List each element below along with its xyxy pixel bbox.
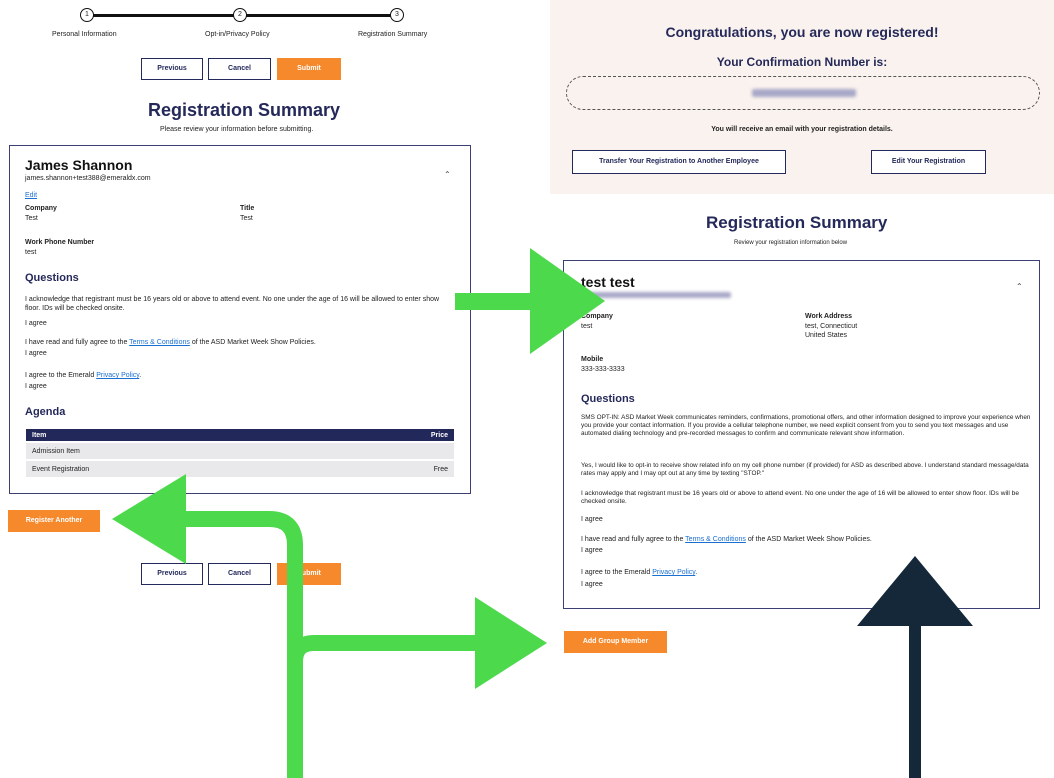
previous-button-top[interactable]: Previous: [141, 58, 203, 80]
edit-registration-button[interactable]: Edit Your Registration: [871, 150, 986, 174]
step-1-label: Personal Information: [52, 31, 117, 38]
right-address-label: Work Address: [805, 313, 853, 320]
agenda-col-price: Price: [327, 429, 454, 442]
attendee-email: james.shannon+test388@emeraldx.com: [25, 175, 151, 182]
work-phone-label: Work Phone Number: [25, 239, 95, 246]
cancel-button-top[interactable]: Cancel: [208, 58, 271, 80]
right-question-terms: I have read and fully agree to the Terms…: [581, 535, 872, 544]
right-question-privacy-suffix: .: [695, 569, 698, 576]
agenda-item: Event Registration: [26, 459, 328, 477]
confirmation-label: Your Confirmation Number is:: [716, 55, 888, 69]
page-subtitle: Please review your information before su…: [160, 126, 314, 133]
agenda-price: Free: [327, 459, 454, 477]
step-2-indicator: 2: [233, 8, 247, 22]
right-question-age: I acknowledge that registrant must be 16…: [581, 490, 1020, 505]
email-note: You will receive an email with your regi…: [711, 126, 893, 133]
question-terms-suffix: of the ASD Market Week Show Policies.: [189, 339, 316, 346]
right-question-terms-suffix: of the ASD Market Week Show Policies.: [745, 536, 872, 543]
right-questions-heading: Questions: [581, 393, 635, 405]
right-question-privacy: I agree to the Emerald Privacy Policy.: [581, 568, 697, 577]
previous-button-bottom[interactable]: Previous: [141, 563, 203, 585]
green-arrowhead-right-icon: [475, 597, 547, 689]
table-row: Event Registration Free: [26, 459, 454, 477]
agenda-price: [327, 441, 454, 460]
submit-button-top[interactable]: Submit: [277, 58, 341, 80]
step-2-label: Opt-in/Privacy Policy: [205, 31, 270, 38]
right-mobile-label: Mobile: [581, 356, 604, 363]
right-summary-title: Registration Summary: [706, 213, 888, 232]
step-3-indicator: 3: [390, 8, 404, 22]
agenda-item: Admission Item: [26, 441, 328, 460]
right-address-line2: United States: [805, 332, 848, 339]
right-address-line1: test, Connecticut: [805, 323, 858, 330]
page-title: Registration Summary: [148, 100, 341, 120]
answer-age: I agree: [25, 320, 47, 327]
question-age: I acknowledge that registrant must be 16…: [25, 296, 440, 312]
agenda-heading: Agenda: [25, 406, 66, 418]
agenda-header-row: Item Price: [26, 429, 454, 442]
right-attendee-email-redacted: [581, 292, 731, 298]
right-answer-privacy: I agree: [581, 581, 603, 588]
privacy-link[interactable]: Privacy Policy: [96, 372, 139, 379]
edit-link[interactable]: Edit: [25, 191, 37, 200]
right-terms-link[interactable]: Terms & Conditions: [685, 536, 746, 543]
sms-optin-answer: Yes, I would like to opt-in to receive s…: [581, 462, 1029, 477]
questions-heading: Questions: [25, 272, 79, 284]
work-phone-value: test: [25, 249, 37, 256]
register-another-button[interactable]: Register Another: [8, 510, 100, 532]
question-privacy: I agree to the Emerald Privacy Policy.: [25, 371, 141, 380]
right-privacy-link[interactable]: Privacy Policy: [652, 569, 695, 576]
collapse-chevron-icon[interactable]: ⌃: [444, 170, 451, 179]
table-row: Admission Item: [26, 441, 454, 460]
question-privacy-text: I agree to the Emerald: [25, 372, 97, 379]
right-answer-terms: I agree: [581, 547, 603, 554]
congrats-heading: Congratulations, you are now registered!: [665, 24, 939, 40]
right-question-privacy-text: I agree to the Emerald: [581, 569, 653, 576]
right-attendee-name: test test: [581, 274, 635, 290]
company-label: Company: [25, 205, 57, 212]
question-privacy-suffix: .: [139, 372, 142, 379]
right-answer-age: I agree: [581, 516, 603, 523]
step-1-indicator: 1: [80, 8, 94, 22]
cancel-button-bottom[interactable]: Cancel: [208, 563, 271, 585]
sms-optin-question: SMS OPT-IN: ASD Market Week communicates…: [581, 414, 1031, 437]
right-collapse-chevron-icon[interactable]: ⌃: [1016, 282, 1023, 291]
transfer-registration-button[interactable]: Transfer Your Registration to Another Em…: [572, 150, 786, 174]
right-company-value: test: [581, 323, 593, 330]
confirmation-number-redacted: [752, 89, 856, 97]
right-summary-subtitle: Review your registration information bel…: [734, 240, 848, 246]
right-mobile-value: 333-333-3333: [581, 366, 625, 373]
agenda-col-item: Item: [26, 429, 328, 442]
company-value: Test: [25, 215, 38, 222]
title-value: Test: [240, 215, 253, 222]
agenda-table: Item Price Admission Item Event Registra…: [26, 429, 454, 477]
green-arrow-branch-icon: [180, 511, 478, 778]
answer-terms: I agree: [25, 350, 47, 357]
terms-link[interactable]: Terms & Conditions: [129, 339, 190, 346]
title-label: Title: [240, 205, 255, 212]
add-group-member-button[interactable]: Add Group Member: [564, 631, 667, 653]
attendee-name: James Shannon: [25, 157, 133, 173]
question-terms-text: I have read and fully agree to the: [25, 339, 130, 346]
right-company-label: Company: [581, 313, 613, 320]
answer-privacy: I agree: [25, 383, 47, 390]
submit-button-bottom[interactable]: Submit: [277, 563, 341, 585]
question-terms: I have read and fully agree to the Terms…: [25, 338, 316, 347]
right-question-terms-text: I have read and fully agree to the: [581, 536, 686, 543]
step-3-label: Registration Summary: [358, 31, 428, 38]
